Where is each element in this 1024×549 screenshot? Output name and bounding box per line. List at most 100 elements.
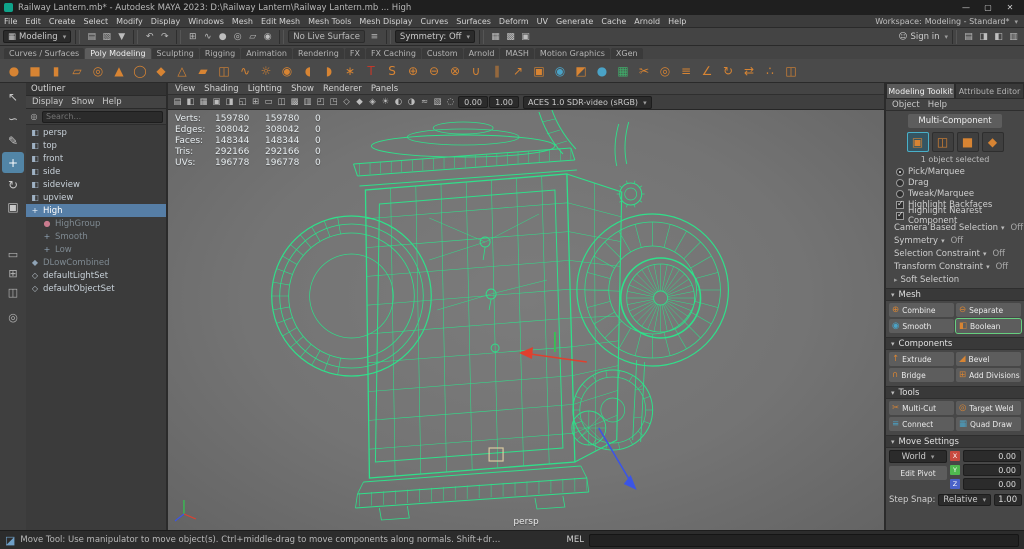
two-pane-layout-icon[interactable]: ◫ [2,283,24,301]
gamma-field[interactable] [489,96,519,108]
film-gate-icon[interactable]: ▭ [262,96,275,109]
shelf-tab[interactable]: MASH [500,48,534,59]
menu-item[interactable]: Edit [21,17,45,26]
motion-blur-icon[interactable]: ≈ [418,96,431,109]
axis-value-field[interactable]: 0.00 [963,478,1021,490]
menu-item[interactable]: Display [147,17,185,26]
poly-sphere-icon[interactable]: ● [4,61,24,81]
poly-pyramid-icon[interactable]: △ [172,61,192,81]
edge-mode-icon[interactable]: ◫ [931,132,954,152]
maximize-button[interactable]: ▢ [978,1,998,14]
move-settings-header[interactable]: Move Settings [886,435,1024,448]
exposure-field[interactable] [458,96,488,108]
shelf-tab[interactable]: Motion Graphics [534,48,610,59]
outliner-toggle-icon[interactable]: ▤ [961,29,976,44]
component-button[interactable]: ◢ Bevel [956,352,1021,366]
viewport-menu-item[interactable]: Show [291,84,314,94]
poly-disc-icon[interactable]: ◯ [130,61,150,81]
render-current-frame-icon[interactable]: ▦ [488,29,503,44]
constraint-dropdown-row[interactable]: Symmetry Off [886,234,1024,247]
safe-title-icon[interactable]: ◳ [327,96,340,109]
shaded-mode-icon[interactable]: ◆ [353,96,366,109]
mesh-button[interactable]: ◧ Boolean [955,318,1022,334]
viewport-menu-item[interactable]: Panels [371,84,398,94]
average-vertices-icon[interactable]: ∴ [760,61,780,81]
poly-helix-icon[interactable]: ∿ [235,61,255,81]
shadows-icon[interactable]: ◐ [392,96,405,109]
viewport-canvas[interactable]: Verts: 159780 159780 0 Edges: 308042 308… [168,110,884,530]
poly-soccer-ball-icon[interactable]: ◉ [277,61,297,81]
shelf-tab[interactable]: Rendering [293,48,344,59]
grid-toggle-icon[interactable]: ⊞ [249,96,262,109]
lasso-tool-icon[interactable]: ∽ [2,108,24,129]
menu-item[interactable]: Cache [597,17,630,26]
make-live-icon[interactable]: ◉ [260,29,275,44]
resolution-gate-icon[interactable]: ◫ [275,96,288,109]
bookmarks-icon[interactable]: ▣ [210,96,223,109]
component-button[interactable]: ↑ Extrude [889,352,954,366]
single-pane-layout-icon[interactable]: ▭ [2,245,24,263]
spin-edge-icon[interactable]: ↻ [718,61,738,81]
mesh-button[interactable]: ◉ Smooth [889,319,954,333]
toolkit-menu-item[interactable]: Help [928,100,947,110]
extract-icon[interactable]: ↗ [508,61,528,81]
menu-item[interactable]: Mesh [228,17,257,26]
uv-mode-icon[interactable]: ◆ [981,132,1004,152]
outliner-item[interactable]: + Smooth [26,230,166,243]
paint-select-tool-icon[interactable]: ✎ [2,130,24,151]
axis-orientation-dropdown[interactable]: World [889,450,947,463]
mesh-section-header[interactable]: Mesh [886,288,1024,301]
append-polygon-icon[interactable]: ◩ [571,61,591,81]
multi-cut-icon[interactable]: ✂ [634,61,654,81]
symmetrize-icon[interactable]: ⇄ [739,61,759,81]
selection-mode-radio[interactable]: Drag [886,177,1024,188]
shelf-tab[interactable]: XGen [610,48,643,59]
mel-input[interactable] [589,533,1019,547]
camera-attributes-icon[interactable]: ▦ [197,96,210,109]
poly-pipe-icon[interactable]: ◫ [214,61,234,81]
fill-hole-icon[interactable]: ▣ [529,61,549,81]
outliner-item[interactable]: + High [26,204,166,217]
multi-component-button[interactable]: Multi-Component [908,114,1002,128]
mirror-icon[interactable]: ◫ [781,61,801,81]
poly-prism-icon[interactable]: ▰ [193,61,213,81]
outliner-item[interactable]: ● HighGroup [26,217,166,230]
construction-history-icon[interactable]: ≡ [367,29,382,44]
menu-item[interactable]: Windows [184,17,228,26]
menu-item[interactable]: Arnold [630,17,664,26]
field-chart-icon[interactable]: ▥ [301,96,314,109]
menu-item[interactable]: Mesh Display [355,17,416,26]
lights-icon[interactable]: ☀ [379,96,392,109]
xray-icon[interactable]: ◌ [444,96,457,109]
redo-icon[interactable]: ↷ [157,29,172,44]
colorspace-dropdown[interactable]: ACES 1.0 SDR-video (sRGB) [523,95,652,109]
menu-item[interactable]: File [0,17,21,26]
gate-mask-icon[interactable]: ▩ [288,96,301,109]
menu-item[interactable]: Create [45,17,80,26]
outliner-menu-item[interactable]: Display [32,97,63,107]
crease-tool-icon[interactable]: ∠ [697,61,717,81]
snap-view-plane-icon[interactable]: ▱ [245,29,260,44]
menu-item[interactable]: Curves [416,17,452,26]
save-scene-icon[interactable]: ▼ [114,29,129,44]
toolkit-menu-item[interactable]: Object [892,100,920,110]
poly-cone-icon[interactable]: ▲ [109,61,129,81]
sign-in-button[interactable]: ☺ Sign in [899,32,948,42]
shelf-tab[interactable]: Custom [421,48,463,59]
outliner-menu-item[interactable]: Help [102,97,121,107]
outliner-search-input[interactable] [42,110,163,123]
two-d-pan-zoom-icon[interactable]: ◱ [236,96,249,109]
channel-box-toggle-icon[interactable]: ▥ [1006,29,1021,44]
menu-item[interactable]: UV [533,17,552,26]
separate-icon[interactable]: ∥ [487,61,507,81]
constraint-dropdown-row[interactable]: Selection Constraint Off [886,247,1024,260]
menu-item[interactable]: Generate [552,17,597,26]
shelf-tab[interactable]: FX Caching [365,48,421,59]
combine-icon[interactable]: ∪ [466,61,486,81]
menu-item[interactable]: Edit Mesh [257,17,304,26]
shelf-tab[interactable]: FX [344,48,365,59]
outliner-item[interactable]: ◇ defaultObjectSet [26,282,166,295]
menu-item[interactable]: Surfaces [452,17,495,26]
shelf-tab[interactable]: Sculpting [151,48,199,59]
connect-icon[interactable]: ≡ [676,61,696,81]
